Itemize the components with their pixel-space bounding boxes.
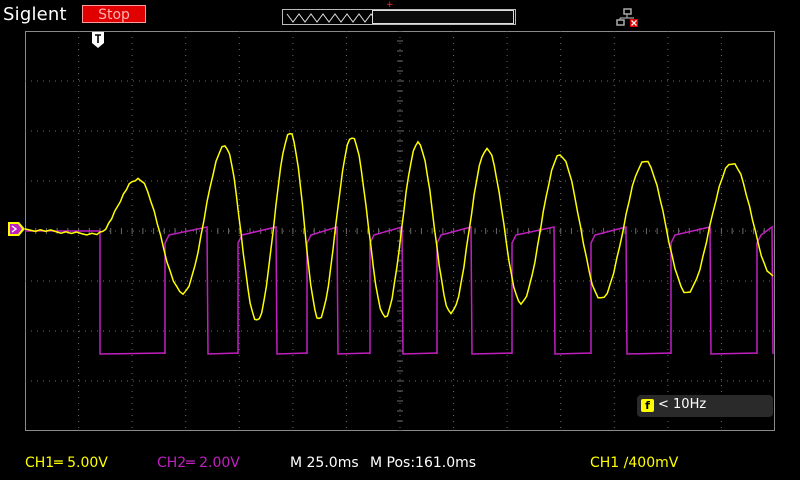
ch2-scale-readout[interactable]: CH2═ 2.00V <box>157 455 240 471</box>
overview-visible-window <box>372 10 514 24</box>
usb-connection-icon <box>616 8 638 27</box>
timebase-readout[interactable]: M 25.0ms <box>290 455 359 471</box>
frequency-icon: f <box>641 399 654 412</box>
memory-position-readout[interactable]: M Pos:161.0ms <box>370 455 476 471</box>
top-status-bar: Siglent Stop + <box>0 0 800 30</box>
frequency-value: < 10Hz <box>658 397 707 412</box>
run-stop-indicator[interactable]: Stop <box>82 5 146 23</box>
channel-ground-marker-icon[interactable] <box>8 221 26 237</box>
frequency-readout: f < 10Hz <box>637 395 773 417</box>
ch1-scale-readout[interactable]: CH1═ 5.00V <box>25 455 108 471</box>
waveform-display-grid[interactable] <box>25 31 775 431</box>
trigger-level-readout[interactable]: CH1 ∕400mV <box>590 455 678 471</box>
brand-logo-text: Siglent <box>3 4 67 25</box>
trigger-position-icon[interactable] <box>92 32 104 48</box>
